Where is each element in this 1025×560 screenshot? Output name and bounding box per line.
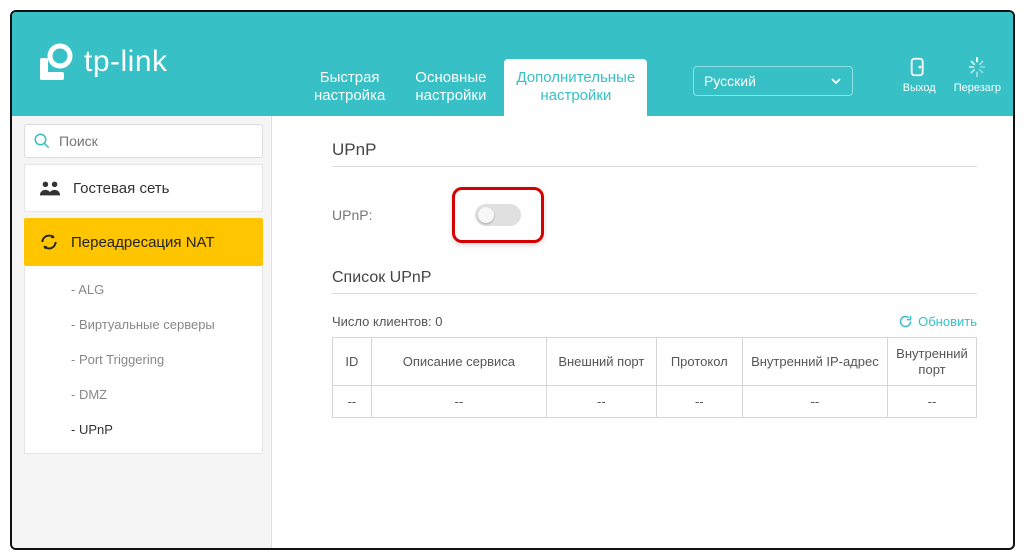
upnp-table: ID Описание сервиса Внешний порт Протоко… bbox=[332, 337, 977, 418]
upnp-toggle-highlight bbox=[452, 187, 544, 243]
cell-empty: -- bbox=[333, 386, 372, 418]
upnp-setting-row: UPnP: bbox=[332, 187, 977, 243]
section-title-upnp: UPnP bbox=[332, 140, 977, 160]
cell-empty: -- bbox=[371, 386, 546, 418]
sidebar-item-nat[interactable]: Переадресация NAT bbox=[24, 218, 263, 266]
sidebar-item-label: Переадресация NAT bbox=[71, 234, 215, 251]
upnp-toggle[interactable] bbox=[475, 204, 521, 226]
reload-label: Перезагр bbox=[954, 82, 1001, 94]
sidebar-submenu-nat: ALG Виртуальные серверы Port Triggering … bbox=[24, 266, 263, 454]
cell-empty: -- bbox=[742, 386, 887, 418]
sidebar-sub-port-triggering[interactable]: Port Triggering bbox=[25, 342, 262, 377]
tp-link-icon bbox=[36, 42, 76, 82]
th-int-port: Внутренний порт bbox=[888, 338, 977, 386]
divider bbox=[332, 293, 977, 294]
th-proto: Протокол bbox=[656, 338, 742, 386]
sidebar-sub-dmz[interactable]: DMZ bbox=[25, 377, 262, 412]
chevron-down-icon bbox=[830, 75, 842, 87]
th-ext-port: Внешний порт bbox=[546, 338, 656, 386]
sidebar-sub-virtual-servers[interactable]: Виртуальные серверы bbox=[25, 307, 262, 342]
divider bbox=[332, 166, 977, 167]
reload-button[interactable]: Перезагр bbox=[954, 56, 1001, 94]
cell-empty: -- bbox=[888, 386, 977, 418]
language-select[interactable]: Русский bbox=[693, 66, 853, 96]
th-id: ID bbox=[333, 338, 372, 386]
sidebar-item-guest-network[interactable]: Гостевая сеть bbox=[24, 164, 263, 212]
tab-advanced-settings[interactable]: Дополнительные настройки bbox=[504, 59, 647, 117]
search-input[interactable] bbox=[59, 133, 254, 149]
search-box[interactable] bbox=[24, 124, 263, 158]
search-icon bbox=[33, 132, 51, 150]
logout-label: Выход bbox=[903, 82, 936, 94]
refresh-button[interactable]: Обновить bbox=[898, 314, 977, 329]
cell-empty: -- bbox=[656, 386, 742, 418]
language-value: Русский bbox=[704, 73, 756, 89]
sidebar-item-label: Гостевая сеть bbox=[73, 180, 169, 197]
refresh-icon bbox=[39, 232, 59, 252]
tab-quick-setup[interactable]: Быстрая настройка bbox=[302, 59, 397, 117]
loading-icon bbox=[966, 56, 988, 78]
header: tp-link Быстрая настройка Основные настр… bbox=[12, 12, 1013, 116]
upnp-list-title: Список UPnP bbox=[332, 269, 977, 287]
tab-basic-settings[interactable]: Основные настройки bbox=[403, 59, 498, 117]
brand-logo: tp-link bbox=[36, 42, 168, 82]
table-row: -- -- -- -- -- -- bbox=[333, 386, 977, 418]
content: UPnP UPnP: Список UPnP Число клиентов: 0… bbox=[272, 116, 1013, 548]
upnp-label: UPnP: bbox=[332, 207, 372, 223]
refresh-icon bbox=[898, 314, 913, 329]
header-actions: Выход Перезагр bbox=[903, 56, 1001, 94]
th-desc: Описание сервиса bbox=[371, 338, 546, 386]
users-icon bbox=[39, 179, 61, 197]
logout-icon bbox=[908, 56, 930, 78]
sidebar-sub-alg[interactable]: ALG bbox=[25, 272, 262, 307]
logout-button[interactable]: Выход bbox=[903, 56, 936, 94]
clients-count: Число клиентов: 0 bbox=[332, 314, 443, 329]
header-tabs: Быстрая настройка Основные настройки Доп… bbox=[302, 59, 647, 117]
sidebar-sub-upnp[interactable]: UPnP bbox=[25, 412, 262, 447]
cell-empty: -- bbox=[546, 386, 656, 418]
refresh-label: Обновить bbox=[918, 314, 977, 329]
th-int-ip: Внутренний IP-адрес bbox=[742, 338, 887, 386]
sidebar: Гостевая сеть Переадресация NAT ALG Вирт… bbox=[12, 116, 272, 548]
brand-text: tp-link bbox=[84, 45, 168, 79]
